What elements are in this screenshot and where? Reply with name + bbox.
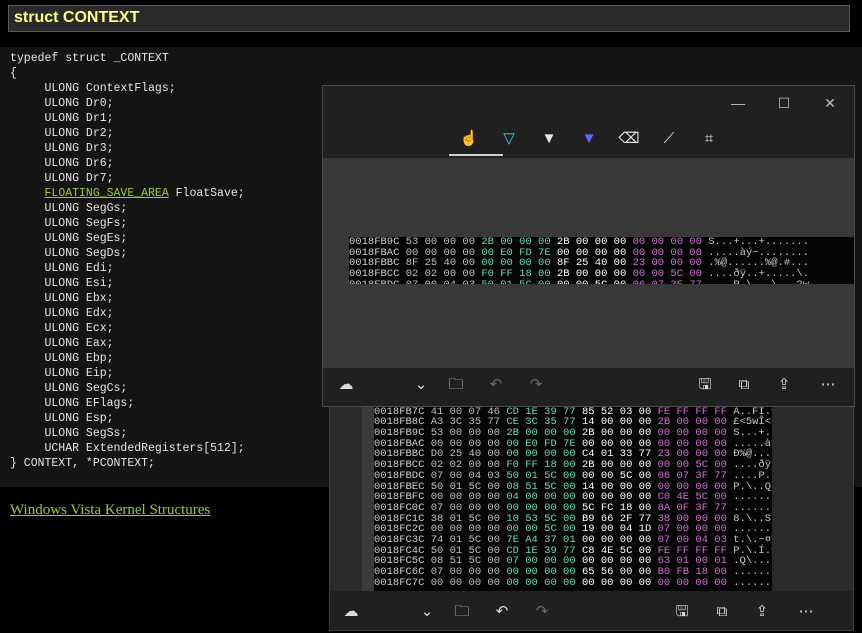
share-icon[interactable]: ⇪ [771, 370, 797, 400]
hex-ascii: ....P.\...\...?w [708, 279, 809, 284]
snip-window-back[interactable]: 0018FB6C 00 00 00 00 00 00 00 00 C0 4E 5… [329, 395, 854, 631]
snip-toolbar-back: ☁ ⌄ 🗀 ↶ ↷ 🖫 ⧉ ⇪ ⋯ [330, 597, 853, 627]
touch-writing-icon[interactable]: ☝ [456, 126, 482, 152]
chevron-down-icon[interactable]: ⌄ [414, 597, 440, 627]
active-tool-indicator [449, 154, 503, 156]
ballpoint-pen-icon[interactable]: ▽ [496, 126, 522, 152]
hex-byte-group: 00 00 00 00 [657, 576, 727, 589]
hex-ascii: ................ [733, 576, 772, 589]
copy-icon[interactable]: ⧉ [731, 370, 757, 400]
save-icon[interactable]: 🖫 [669, 597, 695, 627]
chevron-down-icon[interactable]: ⌄ [408, 370, 434, 400]
save-icon[interactable]: 🖫 [692, 370, 718, 400]
snip-toolbar-front: ☁ ⌄ 🗀 ↶ ↷ 🖫 ⧉ ⇪ ⋯ [323, 370, 854, 400]
hex-byte-group: 00 00 00 00 [430, 576, 501, 589]
pencil-icon[interactable]: ▼ [536, 126, 562, 152]
page-title: struct CONTEXT [14, 9, 140, 26]
hex-dump-back: 0018FB6C 00 00 00 00 00 00 00 00 C0 4E 5… [374, 396, 772, 591]
hex-byte-group: 50 01 5C 00 [481, 279, 550, 284]
highlighter-icon[interactable]: ▼ [576, 126, 602, 152]
hex-address: 0018FBDC [349, 279, 406, 284]
undo-icon[interactable]: ↶ [489, 597, 515, 627]
kernel-structures-link[interactable]: Windows Vista Kernel Structures [10, 502, 210, 519]
more-options-icon[interactable]: ⋯ [815, 370, 841, 400]
share-icon[interactable]: ⇪ [749, 597, 775, 627]
maximize-icon[interactable]: ☐ [774, 94, 794, 112]
hex-dump-front: 0018FB9C 53 00 00 00 2B 00 00 00 2B 00 0… [349, 237, 854, 284]
ink-icon[interactable]: ☁ [338, 597, 364, 627]
code-text-after-link: FloatSave; ULONG SegGs; ULONG SegFs; ULO… [10, 187, 245, 470]
hex-address: 0018FC7C [374, 576, 431, 589]
hex-byte-group: 06 07 3F 77 [633, 279, 702, 284]
ruler-icon[interactable]: ⟋ [656, 126, 682, 152]
hex-byte-group: 07 00 04 03 [406, 279, 475, 284]
redo-icon[interactable]: ↷ [529, 597, 555, 627]
hex-byte-group: 00 00 5C 00 [557, 279, 626, 284]
hex-row: 0018FC7C 00 00 00 00 00 00 00 00 00 00 0… [374, 576, 772, 589]
floating-save-area-link[interactable]: FLOATING_SAVE_AREA [45, 187, 169, 200]
struct-definition: typedef struct _CONTEXT { ULONG ContextF… [10, 51, 245, 471]
copy-icon[interactable]: ⧉ [709, 597, 735, 627]
page-title-bar: struct CONTEXT [8, 5, 850, 32]
hex-byte-group: 00 00 00 00 [581, 576, 652, 589]
code-text-before-link: typedef struct _CONTEXT { ULONG ContextF… [10, 52, 176, 185]
ink-icon[interactable]: ☁ [333, 370, 359, 400]
minimize-icon[interactable]: — [728, 94, 748, 112]
more-options-icon[interactable]: ⋯ [793, 597, 819, 627]
hex-byte-group: 00 00 00 00 [506, 576, 576, 589]
canvas-border-strip [362, 396, 374, 591]
snip-window-front[interactable]: — ☐ ✕ ☝ ▽ ▼ ▼ ⌫ ⟋ ⌗ 0018FB9C 53 00 00 00… [322, 85, 855, 407]
hex-row: 0018FBDC 07 00 04 03 50 01 5C 00 00 00 5… [349, 279, 854, 284]
redo-icon[interactable]: ↷ [523, 370, 549, 400]
folder-icon[interactable]: 🗀 [443, 370, 469, 400]
eraser-icon[interactable]: ⌫ [616, 126, 642, 152]
undo-icon[interactable]: ↶ [483, 370, 509, 400]
close-icon[interactable]: ✕ [820, 94, 840, 112]
crop-icon[interactable]: ⌗ [696, 126, 722, 152]
folder-icon[interactable]: 🗀 [449, 597, 475, 627]
